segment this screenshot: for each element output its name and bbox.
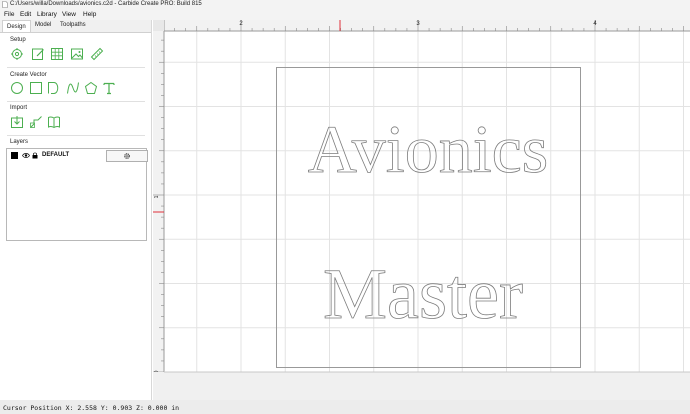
horizontal-ruler <box>153 20 690 31</box>
menu-file[interactable]: File <box>4 11 14 18</box>
book-icon[interactable] <box>47 115 61 129</box>
section-setup-label: Setup <box>10 37 26 43</box>
lock-icon[interactable] <box>32 152 38 159</box>
vector-text-master[interactable]: Master <box>323 254 524 335</box>
design-canvas[interactable]: 2 3 4 1 0 Avionics Master <box>153 20 690 400</box>
circle-icon[interactable] <box>10 81 24 95</box>
title-bar: C:/Users/willa/Downloads/avionics.c2d - … <box>0 0 690 10</box>
menu-edit[interactable]: Edit <box>20 11 31 18</box>
measure-icon[interactable] <box>90 47 104 61</box>
design-panel: Design Model Toolpaths Setup Create Vect… <box>0 20 152 400</box>
ruler-y-label: 1 <box>154 195 160 198</box>
vector-text-avionics[interactable]: Avionics <box>307 111 549 188</box>
layers-list: DEFAULT <box>6 148 148 241</box>
trace-icon[interactable] <box>29 115 43 129</box>
tab-design[interactable]: Design <box>2 20 31 32</box>
panel-tabs: Design Model Toolpaths <box>0 20 151 33</box>
import-icon[interactable] <box>10 115 24 129</box>
document-edit-icon[interactable] <box>31 47 45 61</box>
section-import-label: Import <box>10 105 28 111</box>
window-title: C:/Users/willa/Downloads/avionics.c2d - … <box>10 1 202 7</box>
tab-toolpaths[interactable]: Toolpaths <box>60 22 86 28</box>
cursor-position: Cursor Position X: 2.558 Y: 0.903 Z: 0.0… <box>3 404 180 412</box>
rectangle-icon[interactable] <box>29 81 43 95</box>
job-setup-icon[interactable] <box>10 47 24 61</box>
divider <box>7 135 145 136</box>
polygon-icon[interactable] <box>84 81 98 95</box>
layer-name: DEFAULT <box>42 152 70 158</box>
section-create-vector-label: Create Vector <box>10 72 47 78</box>
section-layers-label: Layers <box>10 139 29 145</box>
gear-icon <box>124 153 130 159</box>
eye-icon[interactable] <box>22 152 30 159</box>
tab-model[interactable]: Model <box>35 22 51 28</box>
status-bar: Cursor Position X: 2.558 Y: 0.903 Z: 0.0… <box>0 400 690 414</box>
layer-color-swatch[interactable] <box>11 152 18 159</box>
divider <box>7 101 145 102</box>
menu-bar: File Edit Library View Help <box>0 10 690 20</box>
layer-settings-button[interactable] <box>106 150 148 162</box>
curve-icon[interactable] <box>66 81 80 95</box>
file-icon <box>2 1 8 8</box>
image-icon[interactable] <box>70 47 84 61</box>
polyline-icon[interactable] <box>47 81 61 95</box>
text-icon[interactable] <box>102 81 116 95</box>
menu-view[interactable]: View <box>62 11 76 18</box>
menu-help[interactable]: Help <box>83 11 96 18</box>
canvas-bottom-bar <box>153 372 690 400</box>
menu-library[interactable]: Library <box>37 11 57 18</box>
layer-row[interactable]: DEFAULT <box>10 150 148 162</box>
vertical-ruler <box>153 20 164 400</box>
divider <box>7 67 145 68</box>
grid-icon[interactable] <box>50 47 64 61</box>
